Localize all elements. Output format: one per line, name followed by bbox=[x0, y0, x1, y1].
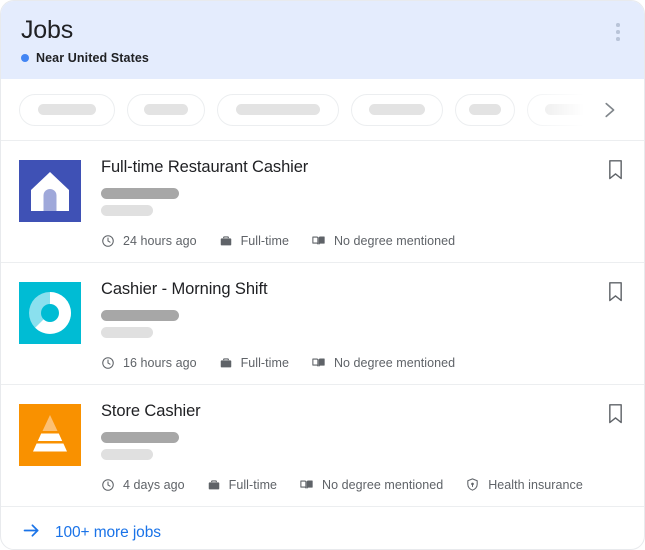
filter-chip-5[interactable] bbox=[455, 94, 515, 126]
clock-icon bbox=[101, 234, 115, 248]
filter-chip-placeholder bbox=[38, 104, 96, 115]
filter-chips-scroller[interactable] bbox=[19, 94, 590, 126]
location-dot-icon bbox=[21, 54, 29, 62]
filter-chip-placeholder bbox=[236, 104, 320, 115]
placeholder-bar-primary bbox=[101, 432, 179, 443]
filter-chip-2[interactable] bbox=[127, 94, 205, 126]
job-meta-item: Full-time bbox=[219, 234, 289, 248]
filter-chip-3[interactable] bbox=[217, 94, 339, 126]
placeholder-bar-primary bbox=[101, 188, 179, 199]
job-meta-label: Health insurance bbox=[488, 478, 583, 492]
jobs-list: Full-time Restaurant Cashier 24 hours ago… bbox=[1, 141, 644, 507]
job-meta-item: Full-time bbox=[207, 478, 277, 492]
placeholder-bar-primary bbox=[101, 310, 179, 321]
house-icon bbox=[19, 160, 81, 222]
job-meta-label: Full-time bbox=[241, 356, 289, 370]
bookmark-icon[interactable] bbox=[602, 157, 628, 183]
job-meta-item: No degree mentioned bbox=[299, 477, 443, 492]
filter-chip-6[interactable] bbox=[527, 94, 590, 126]
job-meta-row: 16 hours ago Full-time No degree mentioned bbox=[101, 355, 626, 370]
job-meta-label: No degree mentioned bbox=[334, 234, 455, 248]
job-meta-item: Health insurance bbox=[465, 477, 583, 492]
job-title: Store Cashier bbox=[101, 400, 626, 422]
job-meta-label: Full-time bbox=[241, 234, 289, 248]
more-jobs-label: 100+ more jobs bbox=[55, 524, 161, 542]
job-company-placeholder bbox=[101, 310, 626, 338]
filter-chip-placeholder bbox=[369, 104, 425, 115]
job-title: Cashier - Morning Shift bbox=[101, 278, 626, 300]
job-company-placeholder bbox=[101, 188, 626, 216]
filter-chip-placeholder bbox=[144, 104, 188, 115]
jobs-panel: Jobs Near United States Full-time Restau… bbox=[0, 0, 645, 550]
job-meta-label: Full-time bbox=[229, 478, 277, 492]
job-meta-label: No degree mentioned bbox=[322, 478, 443, 492]
chevron-right-icon[interactable] bbox=[592, 93, 626, 127]
filter-chip-4[interactable] bbox=[351, 94, 443, 126]
clock-icon bbox=[101, 356, 115, 370]
pyramid-icon bbox=[19, 404, 81, 466]
job-meta-label: 24 hours ago bbox=[123, 234, 197, 248]
donut-icon bbox=[19, 282, 81, 344]
job-meta-row: 24 hours ago Full-time No degree mentioned bbox=[101, 233, 626, 248]
briefcase-icon bbox=[219, 234, 233, 248]
briefcase-icon bbox=[219, 356, 233, 370]
filter-chip-placeholder bbox=[469, 104, 501, 115]
job-meta-label: 4 days ago bbox=[123, 478, 185, 492]
shield-health-icon bbox=[465, 477, 480, 492]
more-vert-icon[interactable] bbox=[606, 17, 630, 47]
placeholder-bar-secondary bbox=[101, 449, 153, 460]
job-list-item[interactable]: Full-time Restaurant Cashier 24 hours ago… bbox=[1, 141, 644, 263]
book-icon bbox=[311, 233, 326, 248]
page-title: Jobs bbox=[21, 15, 624, 45]
location-label: Near United States bbox=[36, 51, 149, 65]
job-meta-item: No degree mentioned bbox=[311, 233, 455, 248]
job-meta-item: 4 days ago bbox=[101, 478, 185, 492]
job-meta-label: 16 hours ago bbox=[123, 356, 197, 370]
job-meta-item: No degree mentioned bbox=[311, 355, 455, 370]
briefcase-icon bbox=[207, 478, 221, 492]
bookmark-icon[interactable] bbox=[602, 279, 628, 305]
job-meta-item: 16 hours ago bbox=[101, 356, 197, 370]
location-row: Near United States bbox=[21, 51, 624, 65]
placeholder-bar-secondary bbox=[101, 327, 153, 338]
job-meta-item: Full-time bbox=[219, 356, 289, 370]
filter-chip-1[interactable] bbox=[19, 94, 115, 126]
job-company-placeholder bbox=[101, 432, 626, 460]
more-jobs-link[interactable]: 100+ more jobs bbox=[1, 507, 644, 550]
filter-chip-placeholder bbox=[545, 104, 590, 115]
job-list-item[interactable]: Store Cashier 4 days ago Full-time No degre… bbox=[1, 385, 644, 507]
book-icon bbox=[299, 477, 314, 492]
bookmark-icon[interactable] bbox=[602, 401, 628, 427]
arrow-right-icon bbox=[21, 520, 42, 546]
job-list-item[interactable]: Cashier - Morning Shift 16 hours ago Full-… bbox=[1, 263, 644, 385]
job-meta-row: 4 days ago Full-time No degree mentioned He… bbox=[101, 477, 626, 492]
job-details: Full-time Restaurant Cashier 24 hours ago… bbox=[81, 157, 626, 248]
job-meta-label: No degree mentioned bbox=[334, 356, 455, 370]
clock-icon bbox=[101, 478, 115, 492]
job-title: Full-time Restaurant Cashier bbox=[101, 156, 626, 178]
job-details: Store Cashier 4 days ago Full-time No degre… bbox=[81, 401, 626, 492]
job-details: Cashier - Morning Shift 16 hours ago Full-… bbox=[81, 279, 626, 370]
book-icon bbox=[311, 355, 326, 370]
placeholder-bar-secondary bbox=[101, 205, 153, 216]
filter-chips-row bbox=[1, 79, 644, 141]
jobs-header: Jobs Near United States bbox=[1, 1, 644, 79]
job-meta-item: 24 hours ago bbox=[101, 234, 197, 248]
